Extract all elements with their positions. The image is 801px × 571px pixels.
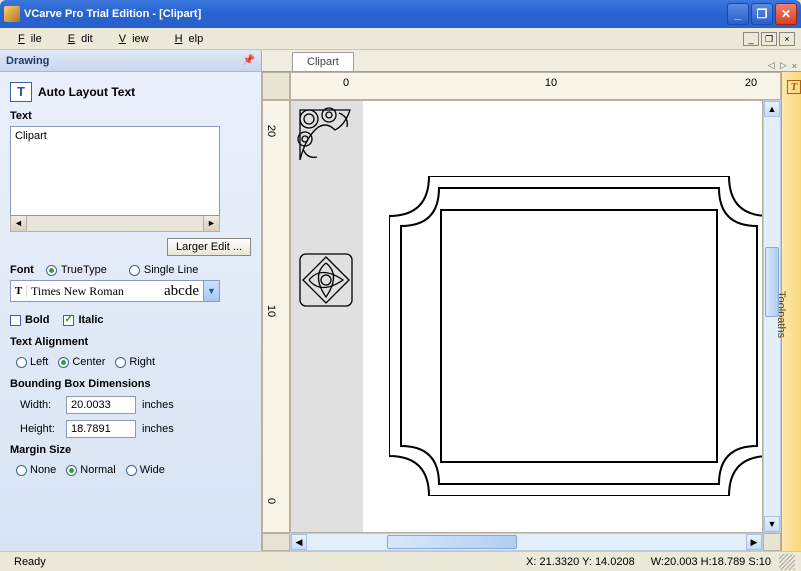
margin-wide-label: Wide — [140, 464, 165, 476]
height-units: inches — [142, 423, 174, 435]
vertical-scrollbar[interactable]: ▲ ▼ — [763, 100, 781, 533]
font-type-icon: T — [11, 285, 27, 297]
width-input[interactable] — [66, 396, 136, 414]
tab-nav-right-icon[interactable]: ▷ — [778, 60, 789, 71]
bbox-label: Bounding Box Dimensions — [10, 378, 251, 390]
menu-edit[interactable]: Edit — [56, 31, 99, 47]
align-left-radio[interactable] — [16, 357, 27, 368]
panel-title: Drawing — [6, 55, 49, 67]
clipart-corner-ornament[interactable] — [295, 105, 357, 167]
singleline-label: Single Line — [144, 264, 198, 276]
align-center-label: Center — [72, 356, 105, 368]
clipart-celtic-square[interactable] — [297, 251, 355, 309]
menu-view[interactable]: View — [107, 31, 155, 47]
close-button[interactable]: ✕ — [775, 3, 797, 25]
bold-checkbox[interactable] — [10, 315, 21, 326]
canvas[interactable] — [290, 100, 763, 533]
ruler-horizontal: 0 10 20 — [290, 72, 781, 100]
bold-label: Bold — [25, 314, 49, 326]
tab-nav-left-icon[interactable]: ◁ — [766, 60, 777, 71]
align-left-label: Left — [30, 356, 48, 368]
horizontal-scrollbar[interactable]: ◀ ▶ — [290, 533, 763, 551]
chevron-down-icon[interactable]: ▼ — [203, 281, 219, 301]
ruler-vertical: 0 10 20 — [262, 100, 290, 533]
font-label: Font — [10, 264, 34, 276]
toolpaths-tab[interactable]: T Toolpaths — [781, 72, 801, 551]
textarea-hscroll[interactable]: ◄ ► — [10, 216, 220, 232]
font-select[interactable]: T Times New Roman abcde ▼ — [10, 280, 220, 302]
text-input[interactable]: Clipart — [10, 126, 220, 216]
text-tool-icon: T — [10, 82, 32, 102]
plaque-frame[interactable] — [389, 176, 763, 496]
margin-label: Margin Size — [10, 444, 251, 456]
maximize-button[interactable]: ❐ — [751, 3, 773, 25]
truetype-radio[interactable] — [46, 265, 57, 276]
font-name: Times New Roman — [27, 284, 160, 299]
align-right-radio[interactable] — [115, 357, 126, 368]
pin-icon[interactable]: 📌 — [243, 55, 255, 66]
mdi-close-button[interactable]: × — [779, 32, 795, 46]
height-label: Height: — [20, 423, 60, 435]
mdi-restore-button[interactable]: ❐ — [761, 32, 777, 46]
align-right-label: Right — [129, 356, 155, 368]
scroll-thumb-h[interactable] — [387, 535, 517, 549]
menu-bar: File Edit View Help _ ❐ × — [0, 28, 801, 50]
margin-none-radio[interactable] — [16, 465, 27, 476]
margin-none-label: None — [30, 464, 56, 476]
tab-close-icon[interactable]: × — [790, 61, 799, 71]
width-units: inches — [142, 399, 174, 411]
width-label: Width: — [20, 399, 60, 411]
mdi-minimize-button[interactable]: _ — [743, 32, 759, 46]
align-center-radio[interactable] — [58, 357, 69, 368]
scroll-left2-icon[interactable]: ◀ — [291, 534, 307, 550]
scroll-right2-icon[interactable]: ▶ — [746, 534, 762, 550]
truetype-label: TrueType — [61, 264, 107, 276]
margin-normal-label: Normal — [80, 464, 115, 476]
section-title: Auto Layout Text — [38, 85, 135, 99]
ruler-corner — [262, 72, 290, 100]
window-title: VCarve Pro Trial Edition - [Clipart] — [24, 8, 727, 20]
margin-wide-radio[interactable] — [126, 465, 137, 476]
document-area: Clipart ◁ ▷ × 0 10 20 — [262, 50, 801, 551]
menu-file[interactable]: File — [6, 31, 48, 47]
status-bar: Ready X: 21.3320 Y: 14.0208 W:20.003 H:1… — [0, 551, 801, 571]
larger-edit-button[interactable]: Larger Edit ... — [167, 238, 251, 256]
font-preview: abcde — [160, 283, 203, 300]
menu-help[interactable]: Help — [163, 31, 210, 47]
resize-grip-icon[interactable] — [779, 554, 795, 570]
alignment-label: Text Alignment — [10, 336, 251, 348]
app-icon — [4, 6, 20, 22]
status-ready: Ready — [6, 556, 54, 568]
singleline-radio[interactable] — [129, 265, 140, 276]
margin-normal-radio[interactable] — [66, 465, 77, 476]
italic-checkbox[interactable] — [63, 315, 74, 326]
scroll-left-icon[interactable]: ◄ — [11, 216, 27, 231]
panel-header: Drawing 📌 — [0, 50, 261, 72]
text-label: Text — [10, 110, 251, 122]
drawing-panel: Drawing 📌 T Auto Layout Text Text Clipar… — [0, 50, 262, 551]
scroll-thumb-v[interactable] — [765, 247, 779, 317]
status-dims: W:20.003 H:18.789 S:10 — [643, 556, 779, 568]
minimize-button[interactable]: _ — [727, 3, 749, 25]
tab-strip: Clipart ◁ ▷ × — [262, 50, 801, 72]
toolpaths-icon: T — [787, 80, 801, 94]
title-bar: VCarve Pro Trial Edition - [Clipart] _ ❐… — [0, 0, 801, 28]
tab-clipart[interactable]: Clipart — [292, 52, 354, 71]
height-input[interactable] — [66, 420, 136, 438]
scroll-right-icon[interactable]: ► — [203, 216, 219, 231]
italic-label: Italic — [78, 314, 103, 326]
status-coords: X: 21.3320 Y: 14.0208 — [518, 556, 643, 568]
